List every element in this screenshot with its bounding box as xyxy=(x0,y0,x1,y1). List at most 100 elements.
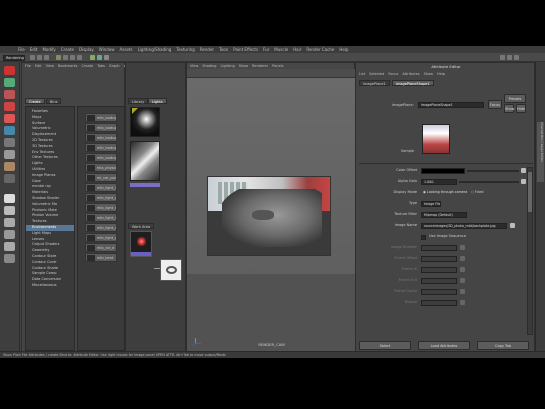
map-button-icon[interactable] xyxy=(460,300,465,305)
node-tile[interactable]: mib_light_ph xyxy=(85,233,117,242)
viewport-menu-shading[interactable]: Shading xyxy=(202,64,216,68)
hypershade-menu-tabs[interactable]: Tabs xyxy=(97,64,105,68)
move-tool-icon[interactable] xyxy=(4,102,15,111)
map-button-icon[interactable] xyxy=(460,245,465,250)
node-tile[interactable]: mib_bent xyxy=(85,253,117,262)
menuset-dropdown[interactable]: Rendering xyxy=(3,54,25,61)
show-hide-tool-settings-icon[interactable] xyxy=(507,55,512,60)
copy-tab-button[interactable]: Copy Tab xyxy=(477,341,529,350)
map-button-icon[interactable] xyxy=(521,179,526,184)
node-tile[interactable]: mib_lookup_c xyxy=(85,133,117,142)
menu-edit[interactable]: Edit xyxy=(30,47,38,52)
map-button-icon[interactable] xyxy=(460,267,465,272)
node-tile[interactable]: mi_car_paint xyxy=(85,173,117,182)
menu-assets[interactable]: Assets xyxy=(120,47,133,52)
ae-menu-attributes[interactable]: Attributes xyxy=(402,72,419,76)
physical-sky-swatch[interactable] xyxy=(130,141,160,181)
select-mode-icon[interactable] xyxy=(56,55,61,60)
map-button-icon[interactable] xyxy=(460,289,465,294)
image-plane-backplate[interactable] xyxy=(207,176,331,256)
paint-select-tool-icon[interactable] xyxy=(4,90,15,99)
attribute-field[interactable]: 1.000 xyxy=(421,179,457,185)
perspective-viewport[interactable]: View Shading Lighting Show Renderer Panels RE… xyxy=(186,62,356,353)
rotate-tool-icon[interactable] xyxy=(4,114,15,123)
use-image-sequence-checkbox[interactable] xyxy=(421,234,426,240)
menu-display[interactable]: Display xyxy=(79,47,94,52)
menu-window[interactable]: Window xyxy=(99,47,115,52)
render-icon[interactable] xyxy=(90,55,95,60)
fixed-radio-label[interactable]: ○ Fixed xyxy=(471,190,483,194)
attribute-field[interactable]: sourceimages/3D_photo_mtd/backplate.jpg xyxy=(421,223,507,229)
snap-curve-icon[interactable] xyxy=(70,55,75,60)
map-button-icon[interactable] xyxy=(460,256,465,261)
load-attributes-button[interactable]: Load Attributes xyxy=(418,341,470,350)
soft-mod-tool-icon[interactable] xyxy=(4,150,15,159)
ae-menu-selected[interactable]: Selected xyxy=(369,72,384,76)
attribute-field[interactable]: Image File xyxy=(421,201,441,207)
show-button[interactable]: Show xyxy=(504,104,514,113)
menu-help[interactable]: Help xyxy=(339,47,348,52)
viewport-menu-lighting[interactable]: Lighting xyxy=(221,64,235,68)
work-area-node-light[interactable] xyxy=(130,231,152,257)
viewport-menu-renderer[interactable]: Renderer xyxy=(252,64,268,68)
node-name-field[interactable]: imagePlaneShape1 xyxy=(418,102,484,108)
menu-render-cache[interactable]: Render Cache xyxy=(306,47,334,52)
attribute-slider[interactable] xyxy=(467,170,519,172)
node-tile[interactable]: mib_cie_d xyxy=(85,243,117,252)
tab-imageplane[interactable]: imagePlane1 xyxy=(359,80,390,86)
lasso-tool-icon[interactable] xyxy=(4,78,15,87)
menu-modify[interactable]: Modify xyxy=(42,47,55,52)
node-tile[interactable]: mib_light_l xyxy=(85,183,117,192)
hypershade-menu-create[interactable]: Create xyxy=(82,64,94,68)
sample-swatch[interactable] xyxy=(422,124,450,154)
menu-hair[interactable]: Hair xyxy=(293,47,301,52)
menu-toon[interactable]: Toon xyxy=(219,47,228,52)
node-tile[interactable]: mib_light_p xyxy=(85,193,117,202)
node-tile[interactable]: mia_physicalsky xyxy=(85,163,117,172)
attribute-field[interactable]: Mipmap (Default) xyxy=(421,212,467,218)
attribute-field[interactable] xyxy=(421,168,465,174)
presets-button[interactable]: Presets xyxy=(504,94,526,103)
persp-outliner-layout-icon[interactable] xyxy=(4,218,15,227)
new-scene-icon[interactable] xyxy=(30,55,35,60)
node-tile[interactable]: mib_light_i xyxy=(85,213,117,222)
node-tile[interactable]: mib_lookup_sph xyxy=(85,143,117,152)
node-tile[interactable]: mib_lookup_s xyxy=(85,123,117,132)
tab-lights[interactable]: Lights xyxy=(148,98,167,104)
menu-paint-effects[interactable]: Paint Effects xyxy=(233,47,258,52)
node-tile[interactable]: mib_light_s xyxy=(85,203,117,212)
viewport-menu-show[interactable]: Show xyxy=(239,64,248,68)
snap-grid-icon[interactable] xyxy=(63,55,68,60)
map-button-icon[interactable] xyxy=(460,278,465,283)
open-scene-icon[interactable] xyxy=(37,55,42,60)
menu-muscle[interactable]: Muscle xyxy=(274,47,288,52)
select-tool-icon[interactable] xyxy=(4,66,15,75)
render-settings-icon[interactable] xyxy=(104,55,109,60)
folder-icon[interactable] xyxy=(510,223,515,228)
hypershade-menu-graph[interactable]: Graph xyxy=(109,64,120,68)
tab-work-area[interactable]: Work Area xyxy=(128,223,155,229)
viewport-menu-view[interactable]: View xyxy=(190,64,198,68)
hide-button[interactable]: Hide xyxy=(516,104,526,113)
menu-file[interactable]: File xyxy=(18,47,25,52)
outliner-layout-icon[interactable] xyxy=(4,254,15,263)
tab-create[interactable]: Create xyxy=(25,98,45,104)
node-tile[interactable]: mib_lookup_cyl xyxy=(85,153,117,162)
tab-bins[interactable]: Bins xyxy=(46,98,62,104)
menu-create[interactable]: Create xyxy=(61,47,74,52)
hypershade-menu-edit[interactable]: Edit xyxy=(35,64,42,68)
show-manipulator-icon[interactable] xyxy=(4,162,15,171)
ae-menu-help[interactable]: Help xyxy=(437,72,445,76)
hypershade-menu-file[interactable]: File xyxy=(25,64,31,68)
last-tool-icon[interactable] xyxy=(4,174,15,183)
select-button[interactable]: Select xyxy=(359,341,411,350)
attribute-scrollbar[interactable] xyxy=(527,167,533,335)
scrollbar-thumb[interactable] xyxy=(528,172,532,212)
menu-render[interactable]: Render xyxy=(200,47,214,52)
node-tile[interactable]: mib_light_a xyxy=(85,223,117,232)
attribute-slider[interactable] xyxy=(459,181,519,183)
hypershade-menu-view[interactable]: View xyxy=(46,64,54,68)
menu-fur[interactable]: Fur xyxy=(263,47,269,52)
ae-menu-list[interactable]: List xyxy=(359,72,365,76)
focus-button[interactable]: Focus xyxy=(488,100,502,109)
